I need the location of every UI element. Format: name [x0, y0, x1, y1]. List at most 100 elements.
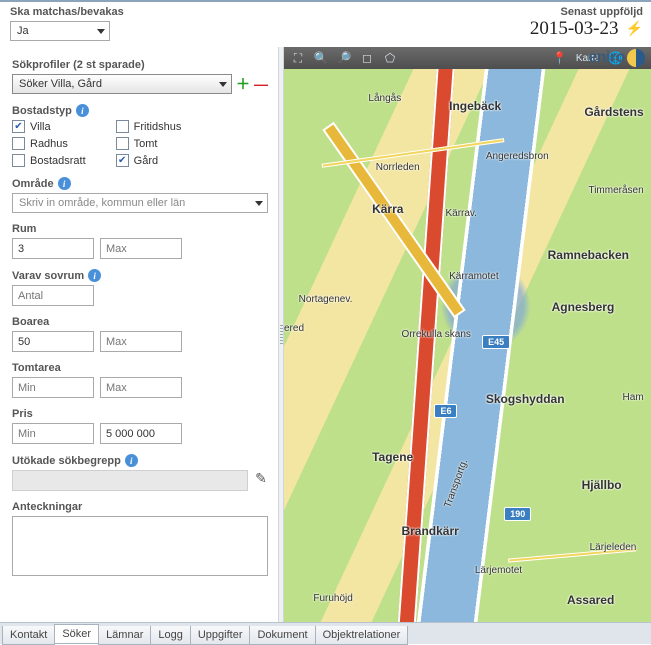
map-label: Orrekulla skans	[401, 329, 470, 340]
price-label: Pris	[12, 408, 268, 420]
chevron-down-icon	[97, 29, 105, 34]
boarea-max-input[interactable]	[100, 331, 182, 352]
rooms-max-input[interactable]	[100, 238, 182, 259]
map-label: Ham	[623, 392, 644, 403]
map-label: Furuhöjd	[313, 593, 352, 604]
map-label: Ingebäck	[449, 99, 501, 113]
top-header: Ska matchas/bevakas Ja Senast uppföljd 2…	[0, 0, 651, 47]
tab-kontakt[interactable]: Kontakt	[2, 626, 55, 645]
info-icon[interactable]: i	[125, 454, 138, 467]
bedrooms-input[interactable]	[12, 285, 94, 306]
checkbox-label: Fritidshus	[134, 121, 182, 133]
tab-söker[interactable]: Söker	[54, 624, 99, 644]
add-profile-button[interactable]: ＋	[236, 77, 250, 91]
chevron-down-icon	[255, 201, 263, 206]
checkbox-box[interactable]	[116, 154, 129, 167]
property-type-label: Bostadstyp i	[12, 104, 268, 117]
map-label: Agnesberg	[552, 300, 615, 314]
checkbox-box[interactable]	[116, 120, 129, 133]
map-label: Hjällbo	[582, 478, 622, 492]
rooms-min-input[interactable]	[12, 238, 94, 259]
map-label: Brandkärr	[401, 524, 458, 538]
tab-objektrelationer[interactable]: Objektrelationer	[315, 626, 409, 645]
price-max-input[interactable]	[100, 423, 182, 444]
edit-icon[interactable]: ✎	[255, 470, 267, 487]
info-icon[interactable]: i	[88, 269, 101, 282]
eniro-swirl-icon	[627, 49, 645, 67]
checkbox-radhus[interactable]: Radhus	[12, 137, 86, 150]
map-label: ered	[284, 323, 304, 334]
map-label: Kärra	[372, 202, 403, 216]
boarea-label: Boarea	[12, 316, 268, 328]
map-label: Angeredsbron	[486, 151, 549, 162]
zoom-out-icon[interactable]: 🔎	[334, 49, 354, 67]
match-value: Ja	[17, 25, 29, 37]
route-badge-e45: E45	[482, 335, 510, 349]
area-label: Område i	[12, 177, 268, 190]
checkbox-tomt[interactable]: Tomt	[116, 137, 182, 150]
tab-logg[interactable]: Logg	[150, 626, 190, 645]
info-icon[interactable]: i	[58, 177, 71, 190]
tomtarea-label: Tomtarea	[12, 362, 268, 374]
left-panel: Sökprofiler (2 st sparade) Söker Villa, …	[0, 47, 278, 622]
checkbox-gård[interactable]: Gård	[116, 154, 182, 167]
notes-textarea[interactable]	[12, 516, 268, 576]
lightning-icon[interactable]: ⚡	[626, 20, 643, 37]
square-icon[interactable]: ◻	[357, 49, 377, 67]
notes-label: Anteckningar	[12, 501, 268, 513]
profiles-label: Sökprofiler (2 st sparade)	[12, 59, 268, 71]
checkbox-box[interactable]	[12, 154, 25, 167]
rooms-label: Rum	[12, 223, 268, 235]
map-label: Gårdstens	[584, 105, 643, 119]
extended-label: Utökade sökbegrepp i	[12, 454, 268, 467]
checkbox-box[interactable]	[12, 137, 25, 150]
info-icon[interactable]: i	[76, 104, 89, 117]
checkbox-bostadsratt[interactable]: Bostadsratt	[12, 154, 86, 167]
checkbox-label: Gård	[134, 155, 158, 167]
area-dropdown[interactable]: Skriv in område, kommun eller län	[12, 193, 268, 213]
checkbox-label: Radhus	[30, 138, 68, 150]
area-placeholder: Skriv in område, kommun eller län	[19, 197, 185, 209]
boarea-min-input[interactable]	[12, 331, 94, 352]
eniro-logo: eniro	[588, 49, 645, 67]
chevron-down-icon	[219, 82, 227, 87]
profile-selected: Söker Villa, Gård	[19, 78, 102, 90]
tab-uppgifter[interactable]: Uppgifter	[190, 626, 251, 645]
price-min-input[interactable]	[12, 423, 94, 444]
fullscreen-icon[interactable]: ⛶	[288, 49, 308, 67]
map-label: Timmeråsen	[588, 185, 643, 196]
map-label: Nortagenev.	[299, 294, 353, 305]
match-dropdown[interactable]: Ja	[10, 21, 110, 41]
checkbox-label: Tomt	[134, 138, 158, 150]
checkbox-fritidshus[interactable]: Fritidshus	[116, 120, 182, 133]
remove-profile-button[interactable]: —	[254, 77, 268, 91]
bottom-tabs: KontaktSökerLämnarLoggUppgifterDokumentO…	[0, 622, 651, 644]
tab-dokument[interactable]: Dokument	[249, 626, 315, 645]
tab-lämnar[interactable]: Lämnar	[98, 626, 151, 645]
map-label: Kärrav.	[445, 208, 477, 219]
map-label: Norrleden	[376, 162, 420, 173]
route-badge-e6: E6	[434, 404, 457, 418]
tomtarea-min-input[interactable]	[12, 377, 94, 398]
checkbox-box[interactable]	[12, 120, 25, 133]
extended-box	[12, 470, 248, 491]
map-label: Långås	[368, 93, 401, 104]
map-panel[interactable]: Ingebäck Gårdstens Angeredsbron Norrlede…	[284, 47, 651, 622]
checkbox-label: Bostadsratt	[30, 155, 86, 167]
map-label: Ramnebacken	[548, 248, 629, 262]
route-badge-190: 190	[504, 507, 531, 521]
pentagon-icon[interactable]: ⬠	[380, 49, 400, 67]
checkbox-label: Villa	[30, 121, 51, 133]
checkbox-villa[interactable]: Villa	[12, 120, 86, 133]
map-label: Assared	[567, 593, 614, 607]
pin-icon[interactable]: 📍	[550, 49, 570, 67]
followup-label: Senast uppföljd	[530, 6, 643, 18]
map-label: Skogshyddan	[486, 392, 565, 406]
map-label: Lärjemotet	[475, 565, 522, 576]
bedrooms-label: Varav sovrum i	[12, 269, 268, 282]
map-label: Kärramotet	[449, 271, 498, 282]
checkbox-box[interactable]	[116, 137, 129, 150]
tomtarea-max-input[interactable]	[100, 377, 182, 398]
profile-dropdown[interactable]: Söker Villa, Gård	[12, 74, 232, 94]
zoom-in-icon[interactable]: 🔍	[311, 49, 331, 67]
